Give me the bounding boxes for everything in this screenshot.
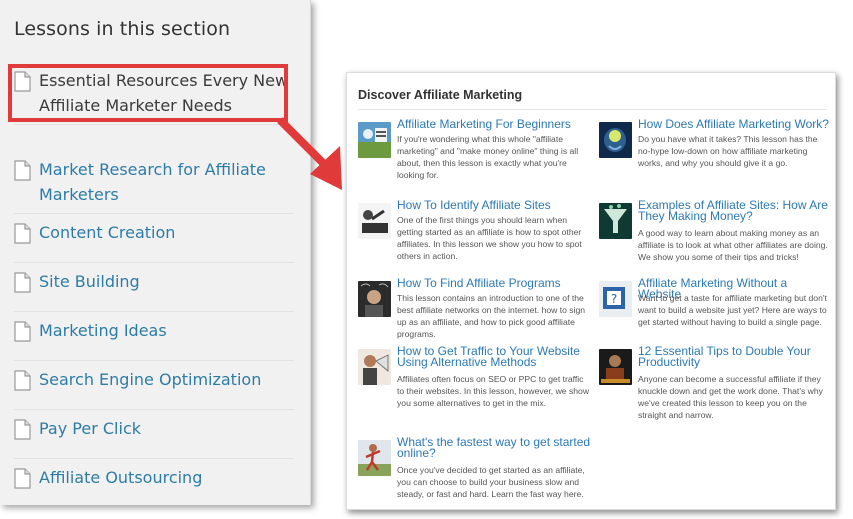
- lesson-item-essential-resources[interactable]: Essential Resources Every New Affiliate …: [14, 64, 294, 125]
- lesson-card-link[interactable]: 12 Essential Tips to Double Your Product…: [638, 345, 833, 368]
- lesson-item-pay-per-click[interactable]: Pay Per Click: [14, 410, 294, 459]
- runner-thumbnail[interactable]: [358, 440, 391, 476]
- lesson-card-description: A good way to learn about making money a…: [638, 228, 828, 262]
- page-icon: [14, 272, 31, 293]
- megaphone-thumbnail[interactable]: [358, 349, 391, 385]
- arrow-icon: [277, 117, 342, 190]
- lesson-label: Site Building: [39, 272, 140, 291]
- svg-text:?: ?: [611, 292, 617, 306]
- funnel-thumbnail[interactable]: [599, 203, 632, 239]
- beginners-thumbnail[interactable]: [358, 122, 391, 158]
- lesson-item-site-building[interactable]: Site Building: [14, 263, 294, 312]
- lesson-card-link[interactable]: What's the fastest way to get started on…: [397, 436, 592, 459]
- lesson-card-link[interactable]: How Does Affiliate Marketing Work?: [638, 118, 833, 130]
- lesson-label: Pay Per Click: [39, 419, 141, 438]
- page-icon: [14, 468, 31, 489]
- lesson-card-description: Once you've decided to get started as an…: [397, 465, 585, 499]
- question-thumbnail[interactable]: ?: [599, 281, 632, 317]
- panel-title: Discover Affiliate Marketing: [358, 88, 523, 102]
- lesson-list: Essential Resources Every New Affiliate …: [14, 64, 294, 507]
- lesson-item-seo[interactable]: Search Engine Optimization: [14, 361, 294, 410]
- divider: [358, 109, 827, 110]
- sidebar-title: Lessons in this section: [14, 18, 231, 40]
- lessons-sidebar: Lessons in this section Essential Resour…: [0, 0, 311, 505]
- lesson-card-description: Anyone can become a successful affiliate…: [638, 374, 823, 420]
- lesson-card-description: If you're wondering what this whole "aff…: [397, 134, 579, 180]
- lesson-card-description: Want to get a taste for affiliate market…: [638, 293, 827, 327]
- page-icon: [14, 321, 31, 342]
- lesson-item-affiliate-outsourcing[interactable]: Affiliate Outsourcing: [14, 459, 294, 507]
- identify-thumbnail[interactable]: [358, 203, 391, 239]
- page-icon: [14, 223, 31, 244]
- lesson-card-description: This lesson contains an introduction to …: [397, 293, 586, 339]
- lesson-item-marketing-ideas[interactable]: Marketing Ideas: [14, 312, 294, 361]
- lesson-label: Affiliate Outsourcing: [39, 468, 203, 487]
- page-icon: [14, 370, 31, 391]
- lesson-card-link[interactable]: Affiliate Marketing For Beginners: [397, 118, 592, 130]
- lesson-label: Essential Resources Every New Affiliate …: [39, 71, 289, 115]
- lesson-label: Market Research for Affiliate Marketers: [39, 160, 266, 204]
- lesson-card-description: One of the first things you should learn…: [397, 215, 582, 261]
- lesson-card-link[interactable]: How To Find Affiliate Programs: [397, 277, 592, 289]
- page-icon: [14, 71, 31, 92]
- lesson-item-content-creation[interactable]: Content Creation: [14, 214, 294, 263]
- lesson-card-description: Affiliates often focus on SEO or PPC to …: [397, 374, 590, 408]
- lesson-card-link[interactable]: Examples of Affiliate Sites: How Are The…: [638, 199, 833, 222]
- lesson-label: Search Engine Optimization: [39, 370, 262, 389]
- lesson-card-link[interactable]: How To Identify Affiliate Sites: [397, 199, 592, 211]
- productivity-thumbnail[interactable]: [599, 349, 632, 385]
- lesson-card-link[interactable]: How to Get Traffic to Your Website Using…: [397, 345, 592, 368]
- discover-panel: Discover Affiliate Marketing Affiliate M…: [346, 72, 836, 510]
- lesson-card-description: Do you have what it takes? This lesson h…: [638, 134, 818, 168]
- lesson-label: Content Creation: [39, 223, 176, 242]
- page-icon: [14, 160, 31, 181]
- brain-thumbnail[interactable]: [599, 122, 632, 158]
- lesson-item-market-research[interactable]: Market Research for Affiliate Marketers: [14, 151, 294, 214]
- thinking-thumbnail[interactable]: [358, 281, 391, 317]
- lesson-label: Marketing Ideas: [39, 321, 167, 340]
- page-icon: [14, 419, 31, 440]
